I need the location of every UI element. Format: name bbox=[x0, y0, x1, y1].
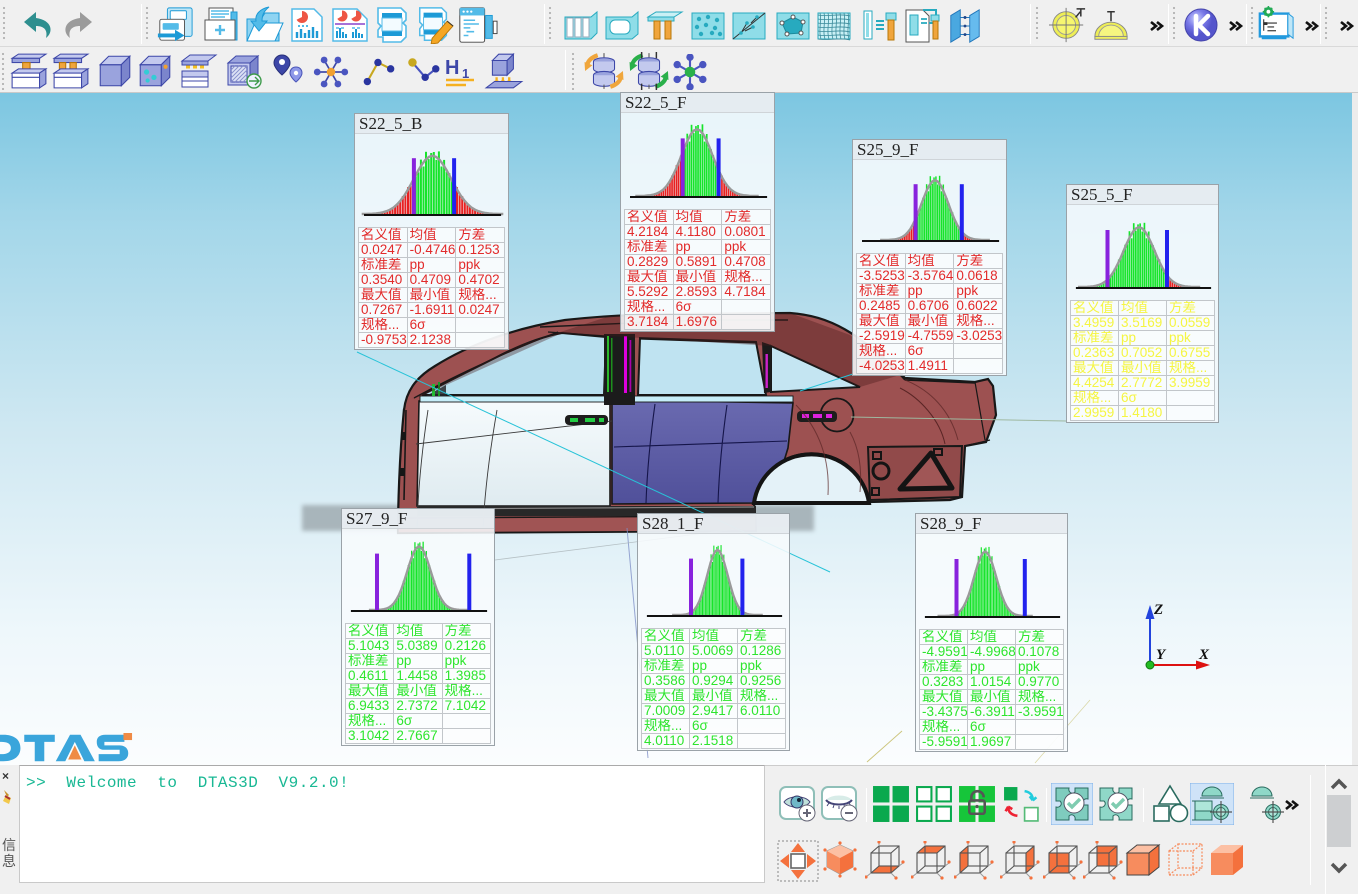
svg-text:Y: Y bbox=[1156, 647, 1167, 663]
svg-text:X: X bbox=[1198, 647, 1210, 663]
svg-text:Z: Z bbox=[1153, 602, 1163, 618]
svg-text:H: H bbox=[445, 57, 459, 79]
